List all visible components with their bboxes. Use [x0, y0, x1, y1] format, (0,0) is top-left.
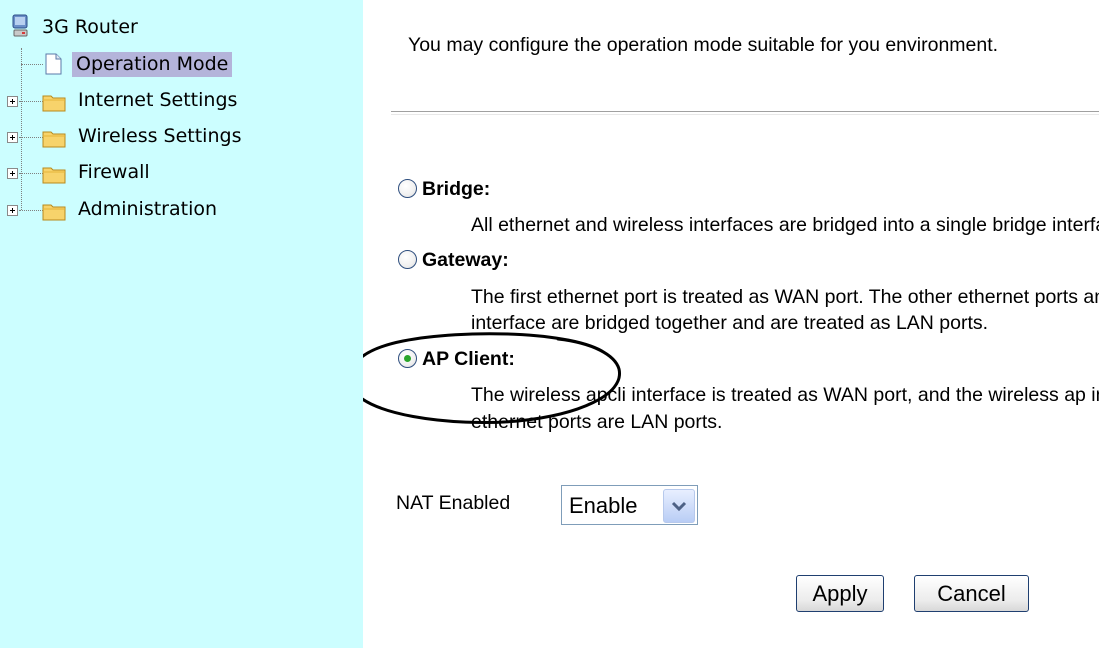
- folder-icon: [42, 167, 66, 184]
- plus-box-icon[interactable]: [7, 132, 18, 143]
- tree-connector-line: [19, 210, 43, 212]
- main-content: You may configure the operation mode sui…: [363, 0, 1099, 648]
- folder-icon: [42, 95, 66, 112]
- nat-select[interactable]: Enable: [561, 485, 698, 525]
- gateway-radio[interactable]: [398, 250, 417, 269]
- chevron-down-icon[interactable]: [663, 489, 695, 523]
- apply-button-label: Apply: [812, 581, 868, 606]
- gateway-label: Gateway:: [422, 249, 509, 271]
- sidebar-item-label: Operation Mode: [72, 52, 233, 77]
- tree-connector-line: [19, 101, 43, 103]
- divider: [391, 111, 1099, 115]
- cancel-button-label: Cancel: [937, 581, 1006, 606]
- sidebar-item-label: Administration: [78, 198, 218, 220]
- bridge-label: Bridge:: [422, 178, 491, 200]
- tree-connector-line: [19, 173, 43, 175]
- tree-connector-line: [19, 137, 43, 139]
- sidebar-tree: 3G Router Operation Mode Internet Settin…: [0, 0, 363, 648]
- tree-connector-line: [21, 48, 23, 210]
- plus-box-icon[interactable]: [7, 168, 18, 179]
- tree-root-label: 3G Router: [42, 16, 138, 38]
- bridge-description: All ethernet and wireless interfaces are…: [471, 214, 1099, 236]
- folder-icon: [42, 204, 66, 221]
- plus-box-icon[interactable]: [7, 205, 18, 216]
- folder-icon: [42, 131, 66, 148]
- sidebar-item-label: Firewall: [78, 161, 150, 183]
- sidebar-item-label: Internet Settings: [78, 89, 238, 111]
- highlight-ellipse: [363, 332, 621, 424]
- cancel-button[interactable]: Cancel: [914, 575, 1029, 612]
- nat-label: NAT Enabled: [396, 492, 511, 514]
- gateway-description-line1: The first ethernet port is treated as WA…: [471, 286, 1099, 308]
- sidebar-item-label: Wireless Settings: [78, 125, 242, 147]
- computer-icon: [12, 14, 28, 37]
- apply-button[interactable]: Apply: [796, 575, 884, 612]
- document-icon: [45, 53, 62, 75]
- tree-connector-line: [21, 64, 43, 66]
- intro-text: You may configure the operation mode sui…: [408, 34, 999, 56]
- bridge-radio[interactable]: [398, 179, 417, 198]
- nat-select-value: Enable: [569, 493, 638, 518]
- plus-box-icon[interactable]: [7, 96, 18, 107]
